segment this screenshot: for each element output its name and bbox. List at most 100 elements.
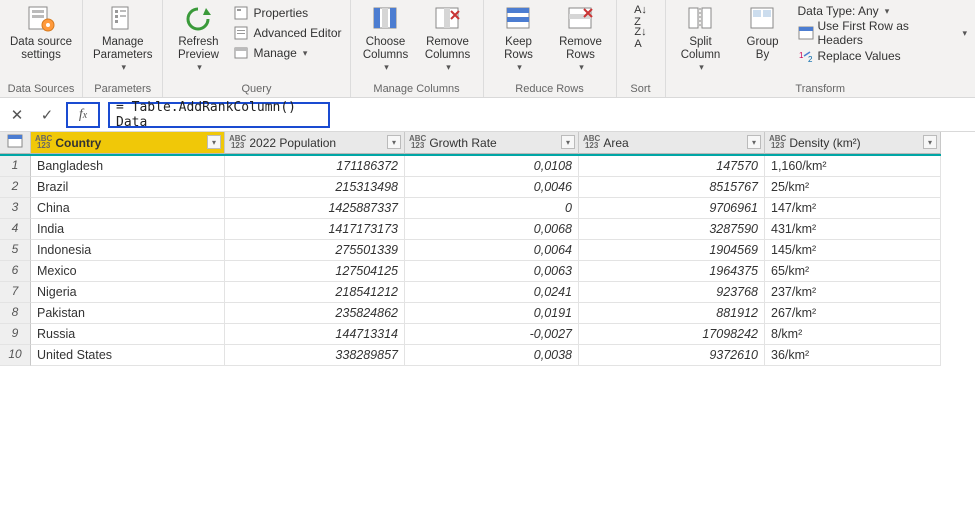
cell-density[interactable]: 267/km² (765, 303, 941, 324)
cell-growth[interactable]: 0,0063 (405, 261, 579, 282)
cell-country[interactable]: Russia (31, 324, 225, 345)
cell-area[interactable]: 8515767 (579, 177, 765, 198)
formula-input[interactable]: = Table.AddRankColumn() Data (108, 102, 330, 128)
cell-density[interactable]: 25/km² (765, 177, 941, 198)
cell-country[interactable]: Brazil (31, 177, 225, 198)
cell-growth[interactable]: 0,0191 (405, 303, 579, 324)
split-column-button[interactable]: Split Column (672, 2, 730, 75)
column-header-country[interactable]: ABC123 Country ▾ (31, 132, 225, 154)
cell-density[interactable]: 431/km² (765, 219, 941, 240)
filter-dropdown-icon[interactable]: ▾ (207, 135, 221, 149)
cell-area[interactable]: 9372610 (579, 345, 765, 366)
group-title-sort: Sort (623, 82, 659, 97)
cell-population[interactable]: 144713314 (225, 324, 405, 345)
row-index[interactable]: 10 (0, 345, 31, 366)
first-row-headers-button[interactable]: Use First Row as Headers (796, 19, 969, 47)
group-data-sources: Data source settings Data Sources (0, 0, 83, 97)
cell-growth[interactable]: 0,0064 (405, 240, 579, 261)
cell-population[interactable]: 171186372 (225, 156, 405, 177)
cell-population[interactable]: 1417173173 (225, 219, 405, 240)
cell-population[interactable]: 1425887337 (225, 198, 405, 219)
column-header-population[interactable]: ABC123 2022 Population ▾ (225, 132, 405, 154)
data-source-settings-button[interactable]: Data source settings (6, 2, 76, 64)
filter-dropdown-icon[interactable]: ▾ (747, 135, 761, 149)
cell-country[interactable]: China (31, 198, 225, 219)
replace-values-button[interactable]: 12 Replace Values (796, 48, 969, 64)
cancel-formula-button[interactable]: ✕ (6, 104, 28, 126)
table-corner[interactable] (0, 132, 31, 154)
cell-area[interactable]: 3287590 (579, 219, 765, 240)
cell-density[interactable]: 8/km² (765, 324, 941, 345)
filter-dropdown-icon[interactable]: ▾ (923, 135, 937, 149)
cell-density[interactable]: 36/km² (765, 345, 941, 366)
fx-button[interactable]: fx (66, 102, 100, 128)
cell-density[interactable]: 145/km² (765, 240, 941, 261)
row-index[interactable]: 9 (0, 324, 31, 345)
row-index[interactable]: 1 (0, 156, 31, 177)
cell-country[interactable]: Nigeria (31, 282, 225, 303)
abc123-icon: ABC123 (769, 136, 786, 149)
remove-rows-button[interactable]: Remove Rows (552, 2, 610, 75)
cell-density[interactable]: 1,160/km² (765, 156, 941, 177)
cell-population[interactable]: 218541212 (225, 282, 405, 303)
properties-button[interactable]: Properties (231, 4, 343, 22)
cell-area[interactable]: 147570 (579, 156, 765, 177)
cell-growth[interactable]: 0,0108 (405, 156, 579, 177)
abc123-icon: ABC123 (409, 136, 426, 149)
keep-rows-button[interactable]: Keep Rows (490, 2, 548, 75)
refresh-label: Refresh Preview (178, 36, 219, 62)
filter-dropdown-icon[interactable]: ▾ (387, 135, 401, 149)
sort-asc-button[interactable]: A↓Z (629, 6, 653, 26)
cell-country[interactable]: United States (31, 345, 225, 366)
row-index[interactable]: 7 (0, 282, 31, 303)
cell-population[interactable]: 275501339 (225, 240, 405, 261)
filter-dropdown-icon[interactable]: ▾ (561, 135, 575, 149)
column-header-area[interactable]: ABC123 Area ▾ (579, 132, 765, 154)
cell-growth[interactable]: -0,0027 (405, 324, 579, 345)
check-icon: ✓ (41, 106, 54, 124)
cell-growth[interactable]: 0,0241 (405, 282, 579, 303)
cell-growth[interactable]: 0,0068 (405, 219, 579, 240)
data-type-button[interactable]: Data Type: Any (796, 4, 969, 18)
column-header-density[interactable]: ABC123 Density (km²) ▾ (765, 132, 941, 154)
manage-query-button[interactable]: Manage (231, 44, 343, 62)
cell-area[interactable]: 1904569 (579, 240, 765, 261)
cell-area[interactable]: 923768 (579, 282, 765, 303)
group-title-data-sources: Data Sources (6, 82, 76, 97)
advanced-editor-button[interactable]: Advanced Editor (231, 24, 343, 42)
cell-growth[interactable]: 0,0046 (405, 177, 579, 198)
column-header-growth[interactable]: ABC123 Growth Rate ▾ (405, 132, 579, 154)
cell-country[interactable]: India (31, 219, 225, 240)
row-index[interactable]: 5 (0, 240, 31, 261)
cell-population[interactable]: 338289857 (225, 345, 405, 366)
cell-country[interactable]: Pakistan (31, 303, 225, 324)
cell-population[interactable]: 127504125 (225, 261, 405, 282)
group-by-button[interactable]: Group By (734, 2, 792, 64)
cell-area[interactable]: 9706961 (579, 198, 765, 219)
confirm-formula-button[interactable]: ✓ (36, 104, 58, 126)
refresh-preview-button[interactable]: Refresh Preview (169, 2, 227, 75)
cell-country[interactable]: Bangladesh (31, 156, 225, 177)
cell-population[interactable]: 215313498 (225, 177, 405, 198)
cell-area[interactable]: 1964375 (579, 261, 765, 282)
cell-country[interactable]: Indonesia (31, 240, 225, 261)
cell-growth[interactable]: 0 (405, 198, 579, 219)
row-index[interactable]: 3 (0, 198, 31, 219)
cell-population[interactable]: 235824862 (225, 303, 405, 324)
cell-density[interactable]: 147/km² (765, 198, 941, 219)
manage-parameters-button[interactable]: Manage Parameters (89, 2, 156, 75)
cell-area[interactable]: 881912 (579, 303, 765, 324)
remove-columns-button[interactable]: Remove Columns (419, 2, 477, 75)
cell-density[interactable]: 237/km² (765, 282, 941, 303)
cell-density[interactable]: 65/km² (765, 261, 941, 282)
row-index[interactable]: 8 (0, 303, 31, 324)
cell-area[interactable]: 17098242 (579, 324, 765, 345)
row-index[interactable]: 6 (0, 261, 31, 282)
row-index[interactable]: 2 (0, 177, 31, 198)
row-index[interactable]: 4 (0, 219, 31, 240)
choose-columns-button[interactable]: Choose Columns (357, 2, 415, 75)
group-by-label: Group By (747, 36, 779, 62)
cell-growth[interactable]: 0,0038 (405, 345, 579, 366)
sort-desc-button[interactable]: Z↓A (629, 28, 653, 48)
cell-country[interactable]: Mexico (31, 261, 225, 282)
